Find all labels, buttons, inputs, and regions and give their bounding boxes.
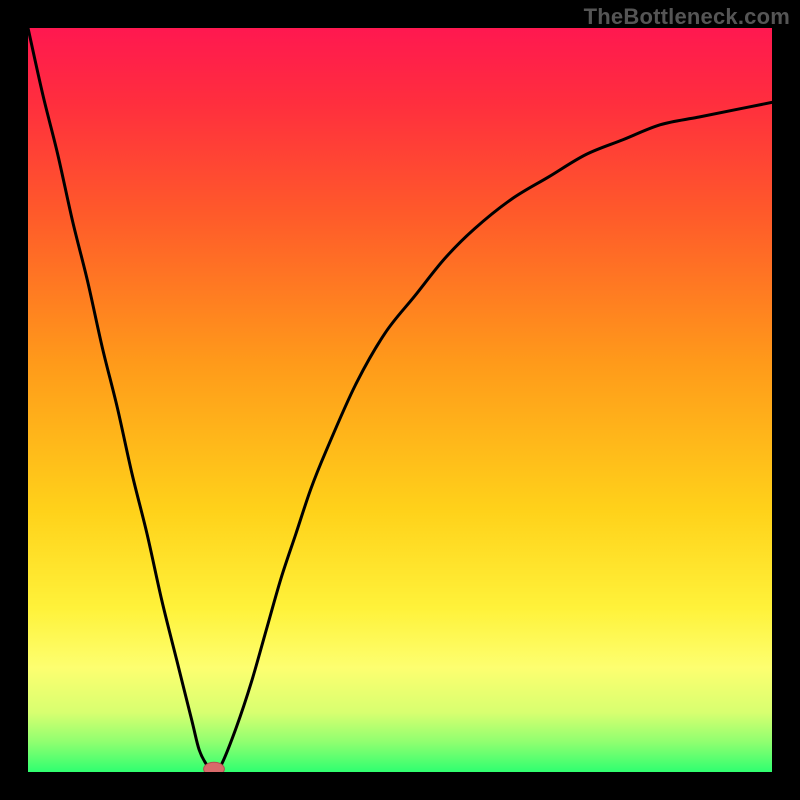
minimum-marker <box>204 762 225 772</box>
watermark-text: TheBottleneck.com <box>584 4 790 30</box>
plot-svg <box>28 28 772 772</box>
plot-background <box>28 28 772 772</box>
chart-frame: TheBottleneck.com <box>0 0 800 800</box>
